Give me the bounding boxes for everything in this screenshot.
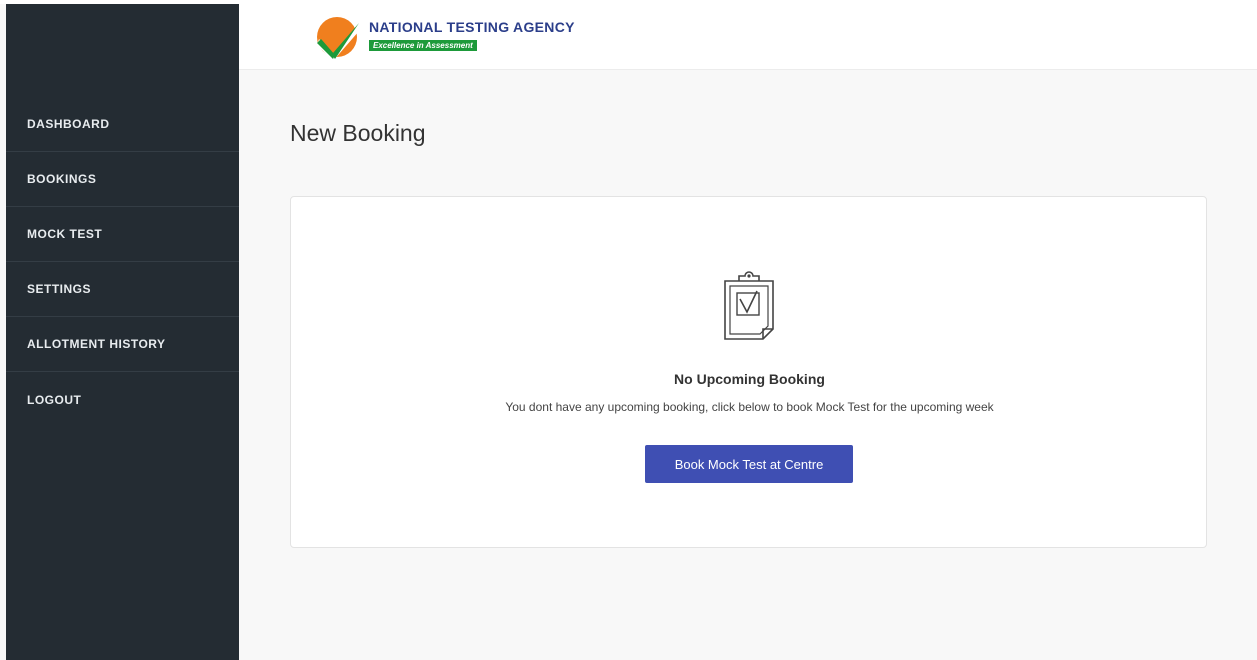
sidebar-item-mock-test[interactable]: MOCK TEST <box>6 207 239 262</box>
sidebar-item-settings[interactable]: SETTINGS <box>6 262 239 317</box>
empty-state-card: No Upcoming Booking You dont have any up… <box>290 196 1207 548</box>
empty-state-description: You dont have any upcoming booking, clic… <box>505 400 994 414</box>
logo-check-icon <box>317 17 359 61</box>
nta-logo[interactable]: NATIONAL TESTING AGENCY Excellence in As… <box>315 13 575 63</box>
clipboard-check-icon <box>724 271 774 340</box>
sidebar-item-dashboard[interactable]: DASHBOARD <box>6 97 239 152</box>
book-mock-test-button[interactable]: Book Mock Test at Centre <box>645 445 853 483</box>
empty-state-title: No Upcoming Booking <box>674 371 825 387</box>
sidebar-nav: DASHBOARD BOOKINGS MOCK TEST SETTINGS AL… <box>6 97 239 427</box>
sidebar: DASHBOARD BOOKINGS MOCK TEST SETTINGS AL… <box>6 4 239 660</box>
page-title: New Booking <box>290 120 426 146</box>
sidebar-item-allotment-history[interactable]: ALLOTMENT HISTORY <box>6 317 239 372</box>
sidebar-item-logout[interactable]: LOGOUT <box>6 372 239 427</box>
logo-title: NATIONAL TESTING AGENCY <box>369 19 575 35</box>
page: DASHBOARD BOOKINGS MOCK TEST SETTINGS AL… <box>0 0 1257 660</box>
top-header: NATIONAL TESTING AGENCY Excellence in As… <box>239 4 1257 70</box>
logo-tagline: Excellence in Assessment <box>369 40 477 51</box>
sidebar-item-bookings[interactable]: BOOKINGS <box>6 152 239 207</box>
logo-text: NATIONAL TESTING AGENCY Excellence in As… <box>369 19 575 53</box>
